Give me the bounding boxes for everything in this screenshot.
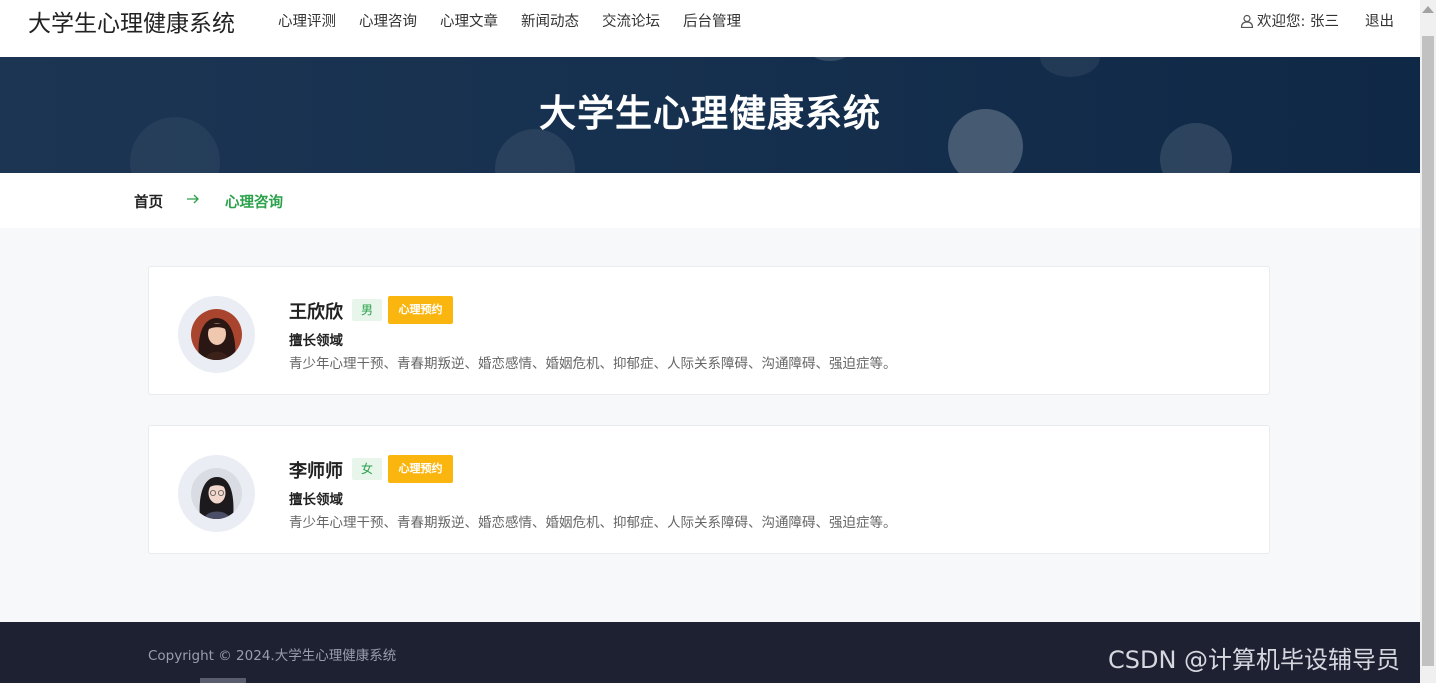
copyright-text: Copyright © 2024.大学生心理健康系统 [148, 648, 397, 664]
arrow-right-icon [187, 194, 199, 204]
scrollbar-thumb[interactable] [1422, 36, 1434, 666]
top-navbar: 大学生心理健康系统 心理评测 心理咨询 心理文章 新闻动态 交流论坛 后台管理 … [0, 0, 1420, 57]
nav-item-forum[interactable]: 交流论坛 [602, 10, 660, 31]
hero-banner: 大学生心理健康系统 [0, 57, 1420, 173]
footer-divider [200, 678, 246, 683]
logout-link[interactable]: 退出 [1365, 10, 1394, 31]
expertise-label: 擅长领域 [289, 333, 343, 349]
counselor-name: 李师师 [289, 461, 343, 482]
bokeh-decoration [1040, 57, 1100, 77]
expertise-text: 青少年心理干预、青春期叛逆、婚恋感情、婚姻危机、抑郁症、人际关系障碍、沟通障碍、… [289, 515, 897, 531]
csdn-watermark: CSDN @计算机毕设辅导员 [1108, 646, 1401, 674]
scroll-up-arrow-icon[interactable] [1422, 6, 1434, 13]
nav-item-news[interactable]: 新闻动态 [521, 10, 579, 31]
hero-title: 大学生心理健康系统 [539, 92, 881, 135]
main-nav: 心理评测 心理咨询 心理文章 新闻动态 交流论坛 后台管理 [278, 10, 764, 31]
counselor-name: 王欣欣 [289, 302, 343, 323]
avatar [178, 455, 255, 532]
counselor-photo [191, 468, 242, 519]
breadcrumb-home[interactable]: 首页 [134, 191, 163, 212]
welcome-text: 欢迎您: 张三 [1257, 14, 1339, 30]
gender-badge: 女 [352, 458, 382, 480]
appointment-button[interactable]: 心理预约 [388, 296, 453, 324]
expertise-label: 擅长领域 [289, 492, 343, 508]
site-brand[interactable]: 大学生心理健康系统 [28, 4, 235, 38]
nav-item-articles[interactable]: 心理文章 [440, 10, 498, 31]
breadcrumb: 首页 心理咨询 [0, 173, 1420, 228]
expertise-text: 青少年心理干预、青春期叛逆、婚恋感情、婚姻危机、抑郁症、人际关系障碍、沟通障碍、… [289, 356, 897, 372]
nav-item-admin[interactable]: 后台管理 [683, 10, 741, 31]
bokeh-decoration [805, 57, 855, 61]
counselor-card: 李师师 女 心理预约 擅长领域 青少年心理干预、青春期叛逆、婚恋感情、婚姻危机、… [148, 425, 1270, 554]
counselor-photo [191, 309, 242, 360]
user-welcome[interactable]: 欢迎您: 张三 [1240, 10, 1339, 31]
nav-item-assessment[interactable]: 心理评测 [278, 10, 336, 31]
breadcrumb-current: 心理咨询 [225, 195, 283, 211]
appointment-button[interactable]: 心理预约 [388, 455, 453, 483]
counselor-card: 王欣欣 男 心理预约 擅长领域 青少年心理干预、青春期叛逆、婚恋感情、婚姻危机、… [148, 266, 1270, 395]
avatar [178, 296, 255, 373]
gender-badge: 男 [352, 299, 382, 321]
nav-item-consultation[interactable]: 心理咨询 [359, 10, 417, 31]
user-icon [1240, 14, 1254, 28]
